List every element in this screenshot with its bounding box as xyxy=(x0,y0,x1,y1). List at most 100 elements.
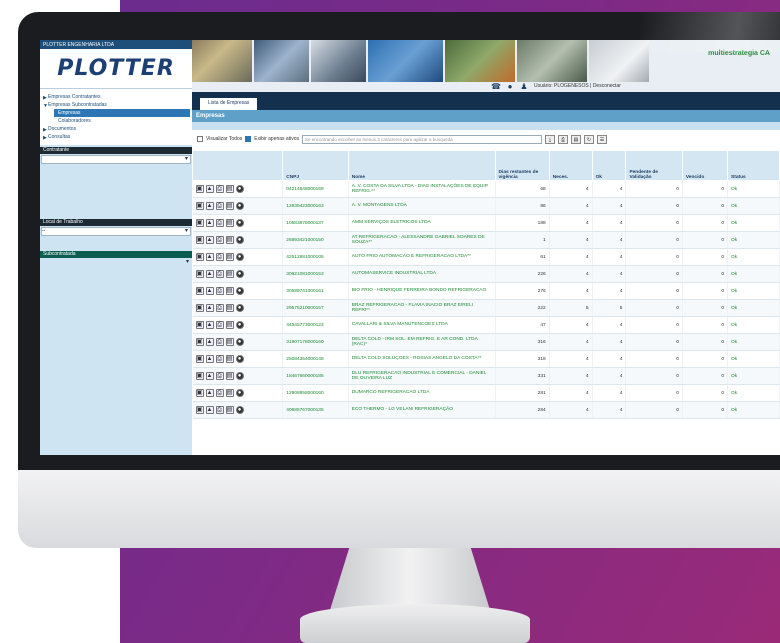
upload-icon[interactable]: ▲ xyxy=(205,304,214,312)
print-icon[interactable]: ⎙ xyxy=(215,338,224,346)
cell-nome[interactable]: DELTA COLD - IRM SOL. EM REFRIG. E AR CO… xyxy=(348,333,496,351)
settings-icon[interactable]: ● xyxy=(235,219,244,227)
view-icon[interactable]: ▣ xyxy=(195,338,204,346)
contratante-select[interactable] xyxy=(41,155,191,164)
document-icon[interactable]: ▤ xyxy=(225,321,234,329)
print-icon[interactable]: ⎙ xyxy=(215,253,224,261)
show-all-checkbox[interactable] xyxy=(197,136,203,142)
upload-icon[interactable]: ▲ xyxy=(205,287,214,295)
settings-icon[interactable]: ● xyxy=(235,372,244,380)
view-icon[interactable]: ▣ xyxy=(195,389,204,397)
user-icon[interactable]: ♟ xyxy=(520,82,528,91)
col-neces[interactable]: Neces. xyxy=(548,150,593,181)
settings-icon[interactable]: ● xyxy=(235,270,244,278)
sidebar-item-subcontratadas[interactable]: ▼ Empresas Subcontratadas xyxy=(42,101,190,109)
col-dias[interactable]: Dias restantes de vigência xyxy=(494,150,550,181)
print-icon[interactable]: ⎙ xyxy=(215,236,224,244)
col-status[interactable]: Status xyxy=(727,150,780,181)
view-icon[interactable]: ▣ xyxy=(195,202,204,210)
print-icon[interactable]: ⎙ xyxy=(215,304,224,312)
table-row[interactable]: ▣ ▲ ⎙ ▤ ● 10583878000137 AMM SERVIÇOS EL… xyxy=(192,214,780,232)
tab-lista-empresas[interactable]: Lista de Empresas xyxy=(200,98,258,110)
print-icon[interactable]: ⎙ xyxy=(215,321,224,329)
upload-icon[interactable]: ▲ xyxy=(205,185,214,193)
table-row[interactable]: ▣ ▲ ⎙ ▤ ● 04214848000159 A. V. COSTA DA … xyxy=(192,180,780,198)
table-row[interactable]: ▣ ▲ ⎙ ▤ ● 29575210000157 BRAZ REFRIGERAC… xyxy=(192,299,780,317)
cell-nome[interactable]: BRAZ REFRIGERACAO - FLAVIA INACIO BRAZ E… xyxy=(348,299,496,317)
print-icon[interactable]: ⎙ xyxy=(215,372,224,380)
settings-icon[interactable]: ● xyxy=(235,287,244,295)
view-icon[interactable]: ▣ xyxy=(195,236,204,244)
local-trabalho-select[interactable]: -- xyxy=(41,227,191,236)
active-only-checkbox[interactable] xyxy=(245,136,252,142)
table-row[interactable]: ▣ ▲ ⎙ ▤ ● 18467660000185 DLU REFRIGERACA… xyxy=(192,367,780,385)
document-icon[interactable]: ▤ xyxy=(225,372,234,380)
settings-icon[interactable]: ● xyxy=(235,355,244,363)
table-row[interactable]: ▣ ▲ ⎙ ▤ ● 25084354000148 DELTA COLD SOLU… xyxy=(192,350,780,368)
document-icon[interactable]: ▤ xyxy=(225,236,234,244)
print-icon[interactable]: ⎙ xyxy=(557,134,568,144)
upload-icon[interactable]: ▲ xyxy=(205,253,214,261)
settings-icon[interactable]: ● xyxy=(235,253,244,261)
document-icon[interactable]: ▤ xyxy=(225,202,234,210)
col-vencido[interactable]: Vencido xyxy=(681,150,729,181)
document-icon[interactable]: ▤ xyxy=(225,338,234,346)
table-row[interactable]: ▣ ▲ ⎙ ▤ ● 26893421000150 AT REFRIGERACAO… xyxy=(192,231,780,249)
cell-nome[interactable]: DELTA COLD SOLUÇOES - ROSIAS ANGELO DA C… xyxy=(348,350,496,368)
view-icon[interactable]: ▣ xyxy=(195,253,204,261)
table-row[interactable]: ▣ ▲ ⎙ ▤ ● 31907178000160 DELTA COLD - IR… xyxy=(192,333,780,351)
print-icon[interactable]: ⎙ xyxy=(215,389,224,397)
document-icon[interactable]: ▤ xyxy=(225,304,234,312)
user-info[interactable]: Usuário: PLOGENESOS | Desconectar xyxy=(534,83,621,89)
table-row[interactable]: ▣ ▲ ⎙ ▤ ● 30621081000153 AUTOMASERVICE I… xyxy=(192,265,780,283)
view-icon[interactable]: ▣ xyxy=(195,406,204,414)
settings-icon[interactable]: ● xyxy=(235,406,244,414)
cell-nome[interactable]: ECO THERMO - LG VELANI REFRIGERAÇÃO xyxy=(348,401,496,419)
sidebar-item-colaboradores[interactable]: Colaboradores xyxy=(42,117,190,125)
cell-nome[interactable]: DLU REFRIGERACAO INDUSTRIAL E COMERCIAL … xyxy=(348,367,496,385)
cell-nome[interactable]: BIO FRIO - HENRIQUE FERREIRA BONDO REFRI… xyxy=(348,282,496,300)
cell-nome[interactable]: AUTOMASERVICE INDUSTRIAL LTDA xyxy=(348,265,496,283)
settings-icon[interactable]: ● xyxy=(235,236,244,244)
columns-icon[interactable]: ☰ xyxy=(596,134,607,144)
cell-nome[interactable]: AMM SERVIÇOS ELETRICOS LTDA xyxy=(348,214,496,232)
table-row[interactable]: ▣ ▲ ⎙ ▤ ● 42512681000105 AUTO FRIO AUTOM… xyxy=(192,248,780,266)
print-icon[interactable]: ⎙ xyxy=(215,202,224,210)
col-nome[interactable]: Nome xyxy=(347,150,496,181)
filter-icon[interactable]: ▤ xyxy=(570,134,581,144)
view-icon[interactable]: ▣ xyxy=(195,372,204,380)
view-icon[interactable]: ▣ xyxy=(195,287,204,295)
upload-icon[interactable]: ▲ xyxy=(205,321,214,329)
cell-nome[interactable]: A. V. COSTA DA SILVA LTDA - DIAS INSTALA… xyxy=(348,180,496,198)
table-row[interactable]: ▣ ▲ ⎙ ▤ ● 12908958000160 DUMARCO REFRIGE… xyxy=(192,384,780,402)
document-icon[interactable]: ▤ xyxy=(225,389,234,397)
cell-nome[interactable]: AUTO FRIO AUTOMACAO E REFRIGERACAO LTDA*… xyxy=(348,248,496,266)
sidebar-item-documentos[interactable]: ▶ Documentos xyxy=(42,125,190,133)
print-icon[interactable]: ⎙ xyxy=(215,185,224,193)
document-icon[interactable]: ▤ xyxy=(225,219,234,227)
search-input[interactable]: Se encontrando escolher ao menos 3 carac… xyxy=(301,134,542,144)
upload-icon[interactable]: ▲ xyxy=(205,372,214,380)
settings-icon[interactable]: ● xyxy=(235,202,244,210)
view-icon[interactable]: ▣ xyxy=(195,321,204,329)
settings-icon[interactable]: ● xyxy=(235,304,244,312)
document-icon[interactable]: ▤ xyxy=(225,185,234,193)
cell-nome[interactable]: A. V. MONTAGENS LTDA xyxy=(348,197,496,215)
settings-icon[interactable]: ● xyxy=(235,321,244,329)
phone-icon[interactable]: ☎ xyxy=(491,82,501,91)
document-icon[interactable]: ▤ xyxy=(225,253,234,261)
upload-icon[interactable]: ▲ xyxy=(205,355,214,363)
upload-icon[interactable]: ▲ xyxy=(205,406,214,414)
document-icon[interactable]: ▤ xyxy=(225,355,234,363)
upload-icon[interactable]: ▲ xyxy=(205,219,214,227)
refresh-icon[interactable]: ↻ xyxy=(583,134,594,144)
document-icon[interactable]: ▤ xyxy=(225,287,234,295)
view-icon[interactable]: ▣ xyxy=(195,270,204,278)
sidebar-item-contratantes[interactable]: ▶ Empresas Contratantes xyxy=(42,93,190,101)
settings-icon[interactable]: ● xyxy=(235,338,244,346)
upload-icon[interactable]: ▲ xyxy=(205,338,214,346)
view-icon[interactable]: ▣ xyxy=(195,304,204,312)
table-row[interactable]: ▣ ▲ ⎙ ▤ ● 12839423000163 A. V. MONTAGENS… xyxy=(192,197,780,215)
col-pendente[interactable]: Pendente de Validação xyxy=(625,150,683,181)
subcontratada-select[interactable] xyxy=(41,258,191,268)
